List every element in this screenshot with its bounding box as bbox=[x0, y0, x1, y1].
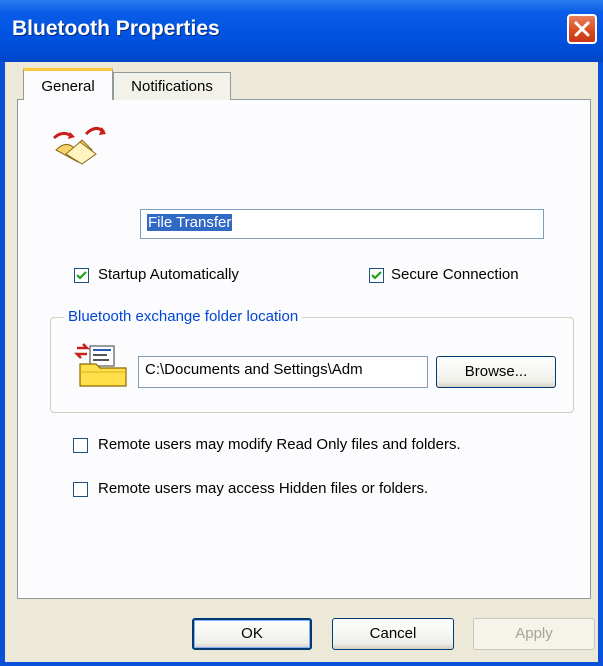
startup-automatically-label: Startup Automatically bbox=[98, 266, 239, 283]
browse-button[interactable]: Browse... bbox=[436, 356, 556, 388]
close-button[interactable] bbox=[567, 14, 597, 44]
title-bar[interactable]: Bluetooth Properties bbox=[0, 0, 603, 62]
ok-button-label: OK bbox=[241, 625, 263, 642]
secure-connection-label: Secure Connection bbox=[391, 266, 519, 283]
window-title: Bluetooth Properties bbox=[12, 17, 220, 40]
service-name-field[interactable]: File Transfer bbox=[140, 209, 544, 239]
modify-readonly-label: Remote users may modify Read Only files … bbox=[98, 436, 461, 453]
folder-location-legend: Bluetooth exchange folder location bbox=[64, 308, 303, 325]
folder-exchange-icon bbox=[74, 343, 127, 387]
apply-button-label: Apply bbox=[515, 625, 553, 642]
tab-notifications-label: Notifications bbox=[131, 78, 213, 95]
secure-connection-checkbox[interactable] bbox=[369, 268, 384, 283]
modify-readonly-checkbox[interactable] bbox=[73, 438, 88, 453]
file-transfer-icon bbox=[52, 127, 106, 165]
access-hidden-label: Remote users may access Hidden files or … bbox=[98, 480, 429, 497]
startup-automatically-checkbox[interactable] bbox=[74, 268, 89, 283]
close-icon bbox=[574, 21, 590, 37]
tab-panel-general: File Transfer Startup Automatically Secu… bbox=[17, 99, 591, 599]
apply-button[interactable]: Apply bbox=[473, 618, 595, 650]
cancel-button-label: Cancel bbox=[369, 625, 417, 642]
tab-notifications[interactable]: Notifications bbox=[113, 72, 231, 100]
cancel-button[interactable]: Cancel bbox=[332, 618, 454, 650]
dialog-client-area: File Transfer Startup Automatically Secu… bbox=[5, 62, 598, 662]
folder-path-field[interactable]: C:\Documents and Settings\Adm bbox=[138, 356, 428, 388]
folder-path-value: C:\Documents and Settings\Adm bbox=[145, 361, 363, 378]
ok-button[interactable]: OK bbox=[192, 618, 312, 650]
dialog-window: Bluetooth Properties File Transfer Start… bbox=[0, 0, 603, 666]
access-hidden-checkbox[interactable] bbox=[73, 482, 88, 497]
service-name-value: File Transfer bbox=[147, 214, 233, 231]
checkmark-icon bbox=[76, 271, 87, 280]
browse-button-label: Browse... bbox=[464, 363, 528, 380]
tab-general[interactable]: General bbox=[23, 68, 113, 100]
tab-general-label: General bbox=[41, 78, 95, 95]
checkmark-icon bbox=[371, 271, 382, 280]
